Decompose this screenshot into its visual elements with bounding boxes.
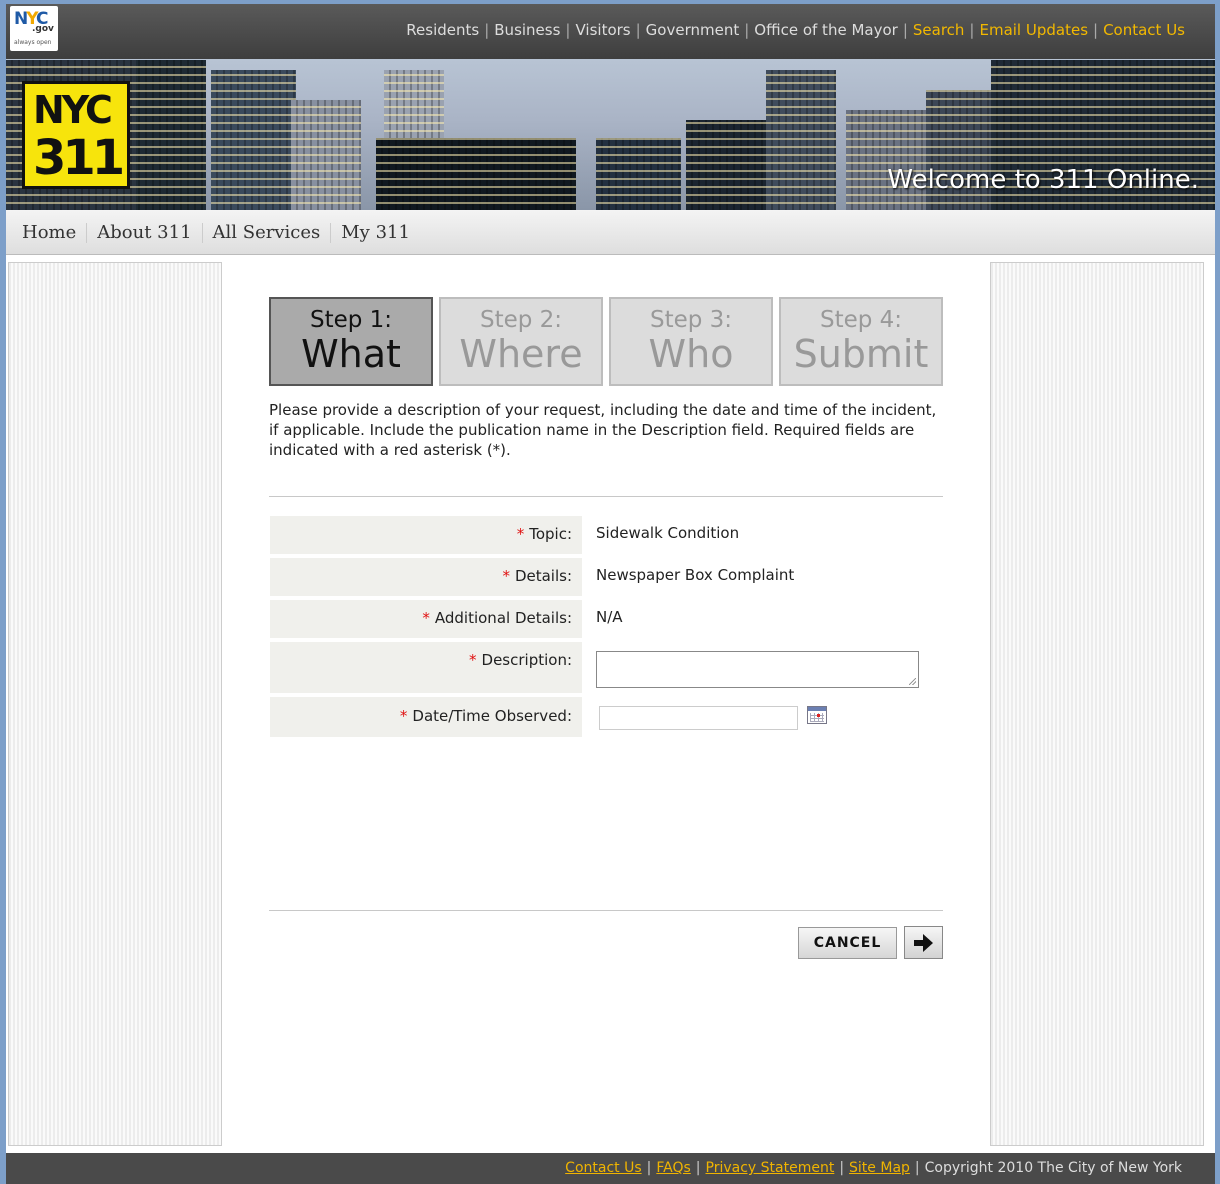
top-nav-email-updates[interactable]: Email Updates	[979, 21, 1088, 39]
step-label: Step 3:	[649, 307, 733, 333]
nyc-gov-logo-tagline: always open	[14, 39, 52, 46]
required-asterisk: *	[516, 525, 525, 543]
main-nav: Home About 311 All Services My 311	[6, 210, 1215, 255]
step-title: What	[301, 332, 401, 376]
right-sidebar	[990, 262, 1204, 1146]
top-nav-business[interactable]: Business	[494, 21, 560, 39]
separator: |	[695, 1160, 701, 1176]
nyc-311-logo-line1: NYC	[33, 88, 113, 132]
separator: |	[839, 1160, 845, 1176]
top-nav: Residents | Business | Visitors | Government | O…	[406, 21, 1185, 39]
description-label-text: Description:	[481, 651, 572, 669]
separator: |	[914, 1160, 920, 1176]
top-bar: NYC .gov always open Residents | Business |…	[6, 4, 1215, 59]
welcome-text: Welcome to 311 Online.	[887, 165, 1199, 195]
separator	[86, 223, 88, 243]
description-label: * Description:	[270, 642, 582, 693]
details-label-text: Details:	[514, 567, 572, 585]
date-time-label: * Date/Time Observed:	[270, 697, 582, 737]
separator	[201, 223, 203, 243]
top-nav-visitors[interactable]: Visitors	[575, 21, 630, 39]
separator: |	[565, 21, 571, 39]
footer-faqs[interactable]: FAQs	[656, 1160, 690, 1176]
left-sidebar	[8, 262, 222, 1146]
separator: |	[969, 21, 975, 39]
topic-value: Sidewalk Condition	[596, 524, 740, 542]
divider	[269, 496, 943, 497]
cancel-button[interactable]: CANCEL	[798, 927, 897, 959]
nyc-311-logo[interactable]: NYC 311	[22, 81, 130, 189]
separator: |	[635, 21, 641, 39]
separator: |	[1093, 21, 1099, 39]
separator: |	[902, 21, 908, 39]
nyc-gov-logo[interactable]: NYC .gov always open	[10, 6, 58, 51]
top-nav-contact-us[interactable]: Contact Us	[1103, 21, 1185, 39]
date-time-input[interactable]	[599, 706, 798, 730]
required-asterisk: *	[399, 707, 408, 725]
arrow-right-icon	[914, 934, 933, 952]
nav-home[interactable]: Home	[22, 222, 76, 243]
required-asterisk: *	[469, 651, 477, 669]
additional-details-label: * Additional Details:	[270, 600, 582, 638]
nav-all-services[interactable]: All Services	[213, 222, 321, 243]
nav-about-311[interactable]: About 311	[97, 222, 191, 243]
step-2-where: Step 2: Where	[439, 297, 603, 386]
additional-details-label-text: Additional Details:	[434, 609, 572, 627]
date-time-label-text: Date/Time Observed:	[412, 707, 572, 725]
nyc-311-logo-line2: 311	[33, 130, 125, 186]
step-title: Submit	[793, 332, 929, 376]
top-nav-government[interactable]: Government	[646, 21, 740, 39]
calendar-icon[interactable]	[807, 706, 827, 724]
nyc-gov-logo-gov: .gov	[32, 24, 54, 34]
top-nav-search[interactable]: Search	[913, 21, 965, 39]
required-asterisk: *	[422, 609, 430, 627]
step-4-submit: Step 4: Submit	[779, 297, 943, 386]
additional-details-value: N/A	[596, 608, 623, 626]
step-title: Who	[648, 332, 734, 376]
step-label: Step 4:	[819, 307, 903, 333]
required-asterisk: *	[502, 567, 510, 585]
city-skyline-banner: NYC 311 Welcome to 311 Online.	[6, 59, 1215, 210]
topic-label-text: Topic:	[529, 525, 572, 543]
step-3-who: Step 3: Who	[609, 297, 773, 386]
step-label: Step 1:	[309, 307, 393, 333]
footer-site-map[interactable]: Site Map	[849, 1160, 910, 1176]
details-label: * Details:	[270, 558, 582, 596]
topic-label: * Topic:	[270, 516, 582, 554]
separator: |	[744, 21, 750, 39]
page: NYC .gov always open Residents | Business |…	[6, 4, 1215, 1184]
step-1-what[interactable]: Step 1: What	[269, 297, 433, 386]
nav-my-311[interactable]: My 311	[341, 222, 410, 243]
footer-privacy-statement[interactable]: Privacy Statement	[706, 1160, 835, 1176]
separator: |	[484, 21, 490, 39]
next-button[interactable]	[904, 926, 943, 959]
step-label: Step 2:	[479, 307, 563, 333]
description-textarea[interactable]	[596, 651, 919, 688]
copyright-text: Copyright 2010 The City of New York	[924, 1160, 1182, 1176]
top-nav-residents[interactable]: Residents	[406, 21, 479, 39]
separator: |	[646, 1160, 652, 1176]
instructions-text: Please provide a description of your req…	[269, 401, 937, 459]
footer: Contact Us | FAQs | Privacy Statement | Site M…	[6, 1153, 1215, 1184]
footer-contact-us[interactable]: Contact Us	[565, 1160, 641, 1176]
divider	[269, 910, 943, 911]
details-value: Newspaper Box Complaint	[596, 566, 795, 584]
resize-grip-icon[interactable]	[909, 678, 916, 685]
separator	[330, 223, 332, 243]
step-title: Where	[459, 332, 583, 376]
top-nav-office-of-the-mayor[interactable]: Office of the Mayor	[754, 21, 898, 39]
